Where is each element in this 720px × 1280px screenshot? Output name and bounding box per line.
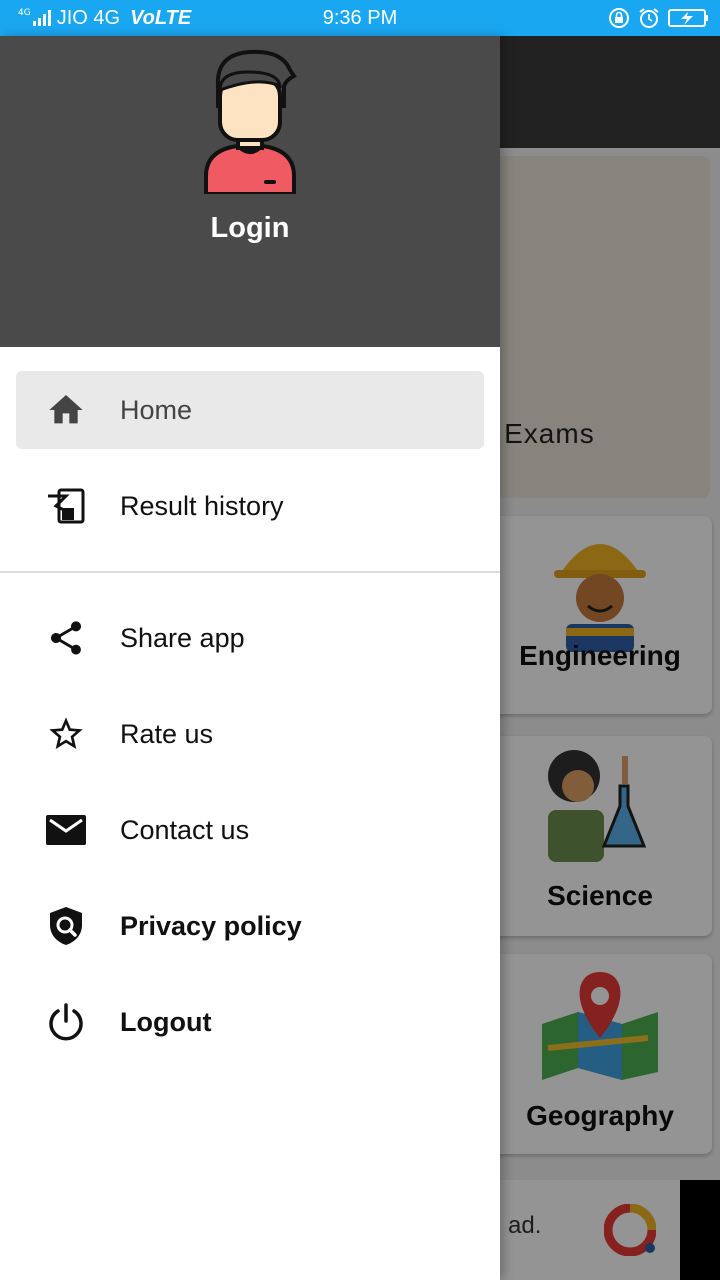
- menu-label-logout: Logout: [120, 1007, 212, 1037]
- star-icon: [46, 714, 86, 754]
- menu-label-share-app: Share app: [120, 623, 245, 653]
- login-label[interactable]: Login: [0, 212, 500, 245]
- status-right: [608, 0, 710, 36]
- privacy-shield-icon: [46, 906, 86, 946]
- status-bar: 4G JIO 4G VoLTE 9:36 PM: [0, 0, 720, 36]
- menu-label-privacy-policy: Privacy policy: [120, 911, 302, 941]
- menu-item-contact-us[interactable]: Contact us: [16, 791, 484, 869]
- rotation-lock-icon: [608, 7, 630, 29]
- menu-item-home[interactable]: Home: [16, 371, 484, 449]
- menu-item-rate-us[interactable]: Rate us: [16, 695, 484, 773]
- battery-charging-icon: [668, 8, 710, 28]
- menu-item-logout[interactable]: Logout: [16, 983, 484, 1061]
- mail-icon: [46, 810, 86, 850]
- menu-item-result-history[interactable]: Result history: [16, 467, 484, 545]
- navigation-drawer: Login Home Result history Share app Rate…: [0, 36, 500, 1280]
- power-icon: [46, 1002, 86, 1042]
- menu-label-result-history: Result history: [120, 491, 284, 521]
- drawer-header[interactable]: Login: [0, 36, 500, 347]
- alarm-icon: [638, 7, 660, 29]
- menu-item-share-app[interactable]: Share app: [16, 599, 484, 677]
- share-icon: [46, 618, 86, 658]
- history-icon: [46, 486, 86, 526]
- menu-divider: [0, 571, 500, 573]
- user-avatar-icon[interactable]: [198, 46, 302, 196]
- menu-item-privacy-policy[interactable]: Privacy policy: [16, 887, 484, 965]
- menu-label-home: Home: [120, 395, 193, 425]
- menu-label-rate-us: Rate us: [120, 719, 214, 749]
- home-icon: [46, 390, 86, 430]
- menu-label-contact-us: Contact us: [120, 815, 250, 845]
